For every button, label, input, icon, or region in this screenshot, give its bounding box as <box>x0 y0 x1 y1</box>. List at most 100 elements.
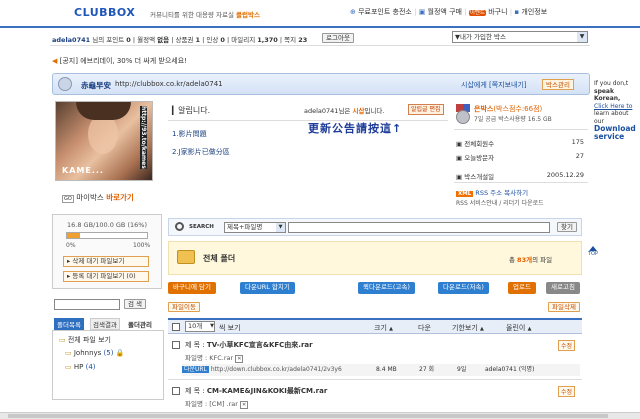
header-nav: ⊕ 무료포인트 충전소 | ▣ 월정액 구매 | 이벤트 바구니 | ▪ 개인정… <box>350 8 548 16</box>
folder-title: 전체 폴더 <box>203 254 236 263</box>
search-icon <box>175 222 184 231</box>
download-url[interactable]: http://down.clubbox.co.kr/adela0741/2v3y… <box>211 366 342 373</box>
tab-search-result[interactable]: 검색결과 <box>90 318 120 330</box>
folder-icon: ▭ <box>65 349 72 357</box>
nav-personal-info[interactable]: 개인정보 <box>521 8 547 16</box>
move-file-button[interactable]: 파일이동 <box>168 302 200 312</box>
col-size[interactable]: 크기 ▲ <box>374 323 393 333</box>
joined-box-select[interactable]: ▼내가 가입한 박스 ▼ <box>452 31 588 43</box>
upload-button[interactable]: 업로드 <box>508 282 536 294</box>
file-row: 제 목 : CM-KAME&JIN&KOKI最新CM.rar 수정 파일명 : … <box>168 382 582 412</box>
logout-button[interactable]: 로그아웃 <box>322 33 354 43</box>
quick-download-button[interactable]: 퀵다운로드(고속) <box>358 282 415 294</box>
visitor-icon: ▣ <box>456 154 463 162</box>
scrollbar-thumb[interactable] <box>8 414 608 418</box>
merge-url-button[interactable]: 다운URL 합치기 <box>240 282 295 294</box>
silver-medal-icon <box>456 104 470 124</box>
image-watermark: http://93.to/kames <box>140 106 147 169</box>
clubbox-logo[interactable]: CLUBBOX <box>74 6 135 19</box>
user-id: adela0741 <box>52 36 91 44</box>
delete-file-icon[interactable]: ✕ <box>240 401 249 409</box>
tree-item-johnnys[interactable]: ▭ Johnnys (5) 🔒 <box>65 349 124 357</box>
file-checkbox[interactable] <box>172 341 180 349</box>
sidebar-search-input[interactable] <box>54 299 120 310</box>
folder-icon <box>177 250 195 264</box>
folder-header: 전체 폴더 총 83개의 파일 <box>168 241 582 275</box>
sort-icon: ▲ <box>527 326 532 332</box>
box-title-bar: 赤龜早安 http://clubbox.co.kr/adela0741 시삽에게… <box>52 73 590 95</box>
nav-user-icon: ▪ <box>514 8 520 16</box>
megaphone-icon: ◀ <box>52 57 58 65</box>
nav-charge-icon: ⊕ <box>350 8 356 16</box>
top-button[interactable]: TOP <box>588 246 598 257</box>
announcement-panel: ▎알립니다. adela0741님은 시삽입니다. 알립글 편집 1.影片問題 … <box>168 100 448 208</box>
nav-free-points[interactable]: 무료포인트 충전소 <box>358 8 412 16</box>
box-info-panel: 은박스(박스점수:66점) 7일 공급 박스사용량 16.5 GB ▣ 전체회원… <box>452 100 590 212</box>
select-all-checkbox[interactable] <box>172 323 180 331</box>
notice-item[interactable]: 1.影片問題 <box>172 129 207 139</box>
delete-file-icon[interactable]: ✕ <box>235 355 244 363</box>
file-title[interactable]: 제 목 : CM-KAME&JIN&KOKI最新CM.rar <box>185 386 327 396</box>
profile-image: http://93.to/kames KAME... <box>55 101 153 181</box>
edit-notice-button[interactable]: 알립글 편집 <box>408 104 444 115</box>
tree-item-all[interactable]: ▭ 전체 파일 보기 <box>59 335 111 345</box>
sidebar-search-button[interactable]: 검 색 <box>124 299 147 309</box>
uploader-link[interactable]: adela0741 (익명) <box>485 364 534 376</box>
edit-button[interactable]: 수정 <box>558 340 576 351</box>
search-input[interactable] <box>288 222 550 233</box>
search-bar: SEARCH 제목+파일명 ▼ 찾기 <box>168 218 582 236</box>
notice-bar[interactable]: ◀ [공지] 에브리데이, 30% 더 싸게 받으세요! <box>52 56 592 68</box>
col-expiry[interactable]: 기한보기 ▲ <box>452 323 484 333</box>
notice-item[interactable]: 2.J家影片已做分區 <box>172 147 230 157</box>
box-url[interactable]: http://clubbox.co.kr/adela0741 <box>115 80 223 88</box>
chevron-down-icon: ▼ <box>210 323 214 329</box>
refresh-button[interactable]: 새로고침 <box>546 282 580 294</box>
member-icon: ▣ <box>456 140 463 148</box>
message-sysop-link[interactable]: 시삽에게 [쪽지보내기] <box>461 80 527 90</box>
nav-subscription[interactable]: 월정액 구매 <box>428 8 462 16</box>
nav-basket[interactable]: 바구니 <box>488 8 507 16</box>
file-title[interactable]: 제 목 : TV-小草KFC宣言&KFC由來.rar <box>185 340 313 350</box>
tab-folder-manage[interactable]: 폴더관리 <box>128 318 152 330</box>
kame-text: KAME... <box>62 166 104 175</box>
register-waitlist-button[interactable]: ▸ 등록 대기 파일보기 (0) <box>63 271 149 282</box>
box-manage-button[interactable]: 박스관리 <box>542 79 574 90</box>
right-ad[interactable]: If you don,t speak Korean, Click Here to… <box>594 80 640 140</box>
file-list-header: 10개 ▼ 씩 보기 크기 ▲ 다운 기한보기 ▲ 올린이 ▲ <box>168 318 582 334</box>
edit-button[interactable]: 수정 <box>558 386 576 397</box>
col-uploader[interactable]: 올린이 ▲ <box>506 323 531 333</box>
delete-waitlist-button[interactable]: ▸ 삭제 대기 파일보기 <box>63 256 149 267</box>
folder-icon: ▭ <box>65 363 72 371</box>
search-button[interactable]: 찾기 <box>557 222 577 232</box>
tab-folder-list[interactable]: 폴더목록 <box>54 318 84 330</box>
search-field-select[interactable]: 제목+파일명 ▼ <box>224 222 286 233</box>
rss-guide-link[interactable]: RSS 서비스안내 / 리더기 다운로드 <box>456 198 544 207</box>
tree-item-hp[interactable]: ▭ HP (4) <box>65 363 96 371</box>
delete-file-button[interactable]: 파일삭제 <box>548 302 580 312</box>
chevron-down-icon: ▼ <box>577 32 587 42</box>
info-row: ▣ 오늘방문자 27 <box>456 152 584 162</box>
medal-icon <box>58 77 72 91</box>
sidebar-tabs: 폴더목록 검색결과 폴더관리 <box>54 318 162 330</box>
header-tagline: 커뮤니티를 위한 대용량 자료실 클럽박스 <box>150 11 260 19</box>
per-page-select[interactable]: 10개 ▼ <box>185 321 215 332</box>
info-row: ▣ 박스개설일 2005.12.29 <box>456 171 584 181</box>
folder-icon: ▭ <box>59 336 66 344</box>
quota-fill <box>67 233 80 238</box>
file-checkbox[interactable] <box>172 387 180 395</box>
sort-icon: ▲ <box>389 326 393 332</box>
mybox-link[interactable]: GO 마이박스 바로가기 <box>62 192 134 203</box>
file-list-toolbar: 파일이동 파일삭제 <box>168 301 582 315</box>
sidebar-search: 검 색 <box>52 298 164 312</box>
file-row: 제 목 : TV-小草KFC宣言&KFC由來.rar 수정 파일명 : KFC.… <box>168 336 582 380</box>
quota-bar <box>66 232 148 239</box>
box-title: 赤龜早安 <box>81 81 111 90</box>
lock-icon: 🔒 <box>115 349 125 357</box>
horizontal-scrollbar[interactable] <box>0 412 640 419</box>
nav-event-badge[interactable]: 이벤트 <box>468 10 486 16</box>
add-to-basket-button[interactable]: 바구니에 담기 <box>168 282 216 294</box>
col-downloads[interactable]: 다운 <box>418 323 431 333</box>
rss-copy-link[interactable]: XML RSS 주소 복사하기 <box>456 187 528 197</box>
normal-download-button[interactable]: 다운로드(저속) <box>438 282 489 294</box>
download-url-badge[interactable]: 다운URL <box>182 366 209 373</box>
